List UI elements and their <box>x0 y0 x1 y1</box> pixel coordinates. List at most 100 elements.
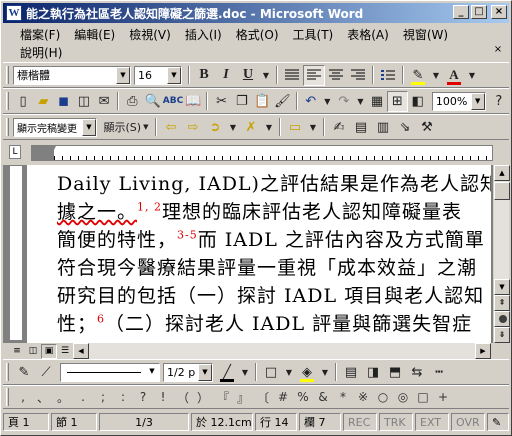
chevron-down-icon[interactable]: ▼ <box>198 363 212 381</box>
shape-options-icon[interactable]: ▼ <box>282 362 296 383</box>
toolbar-grip[interactable] <box>6 92 9 110</box>
menu-file[interactable]: 檔案(F) <box>13 26 67 43</box>
status-ext[interactable]: EXT <box>415 413 449 431</box>
horizontal-ruler[interactable] <box>31 145 493 161</box>
italic-button[interactable]: I <box>215 65 237 86</box>
outline-view-button[interactable]: ☰ <box>57 344 73 359</box>
font-size-combo[interactable]: 16 ▼ <box>134 65 182 85</box>
draw-tool-button[interactable]: ⟋ <box>35 362 57 383</box>
status-ovr[interactable]: OVR <box>451 413 485 431</box>
line-style-combo[interactable]: ▼ <box>60 362 160 382</box>
status-trk[interactable]: TRK <box>379 413 413 431</box>
punct-key[interactable]: 〔 <box>253 387 273 407</box>
punct-key[interactable]: 』 <box>233 387 253 407</box>
vertical-scrollbar[interactable]: ▲ ▼ ⇞ ⇟ <box>493 165 510 343</box>
bold-button[interactable]: B <box>193 65 215 86</box>
close-button[interactable]: × <box>491 5 507 19</box>
zoom-combo[interactable]: 100% ▼ <box>431 91 486 111</box>
previous-page-button[interactable]: ⇞ <box>494 295 510 311</box>
dash-style-button[interactable]: ┅ <box>428 362 450 383</box>
menu-window[interactable]: 視窗(W) <box>396 26 455 43</box>
toolbar-grip[interactable] <box>6 363 9 381</box>
help-button[interactable]: ? <box>489 91 509 112</box>
status-rec[interactable]: REC <box>343 413 377 431</box>
scroll-up-button[interactable]: ▲ <box>494 165 510 181</box>
reviewing-pane-button[interactable]: ▤ <box>350 117 372 138</box>
shadow-button[interactable]: ◨ <box>362 362 384 383</box>
permission-button[interactable]: ◫ <box>74 91 94 112</box>
track-changes-button[interactable]: ✍ <box>328 117 350 138</box>
redo-options-icon[interactable]: ▼ <box>354 91 367 112</box>
select-browse-object-button[interactable] <box>494 311 510 327</box>
horizontal-scrollbar[interactable]: ◀ ▶ <box>73 343 491 359</box>
menu-view[interactable]: 檢視(V) <box>122 26 178 43</box>
underline-button[interactable]: U <box>237 65 259 86</box>
redo-button[interactable]: ↷ <box>334 91 354 112</box>
normal-view-button[interactable]: ≡ <box>9 344 25 359</box>
toolbar-grip[interactable] <box>6 388 9 406</box>
tab-selector[interactable]: L <box>9 145 21 159</box>
previous-change-button[interactable]: ⇦ <box>160 117 182 138</box>
comment-options-icon[interactable]: ▼ <box>306 117 320 138</box>
maximize-button[interactable]: □ <box>471 5 487 19</box>
punct-key[interactable]: . <box>73 387 93 407</box>
save-button[interactable]: ◼ <box>53 91 73 112</box>
show-hide-button[interactable]: ⊞ <box>387 90 408 112</box>
font-name-combo[interactable]: 標楷體 ▼ <box>13 65 131 85</box>
menu-edit[interactable]: 編輯(E) <box>67 26 122 43</box>
draw-line-button[interactable]: ✎ <box>13 362 35 383</box>
first-line-indent-marker[interactable] <box>50 146 56 152</box>
punct-key[interactable]: , <box>13 387 33 407</box>
punct-key[interactable]: * <box>333 387 353 407</box>
chevron-down-icon[interactable]: ▼ <box>167 66 181 84</box>
reject-change-button[interactable]: ✗ <box>240 117 262 138</box>
status-page[interactable]: 頁 1 <box>3 413 49 431</box>
punct-key[interactable]: : <box>113 387 133 407</box>
underline-options-icon[interactable]: ▼ <box>259 65 273 86</box>
chevron-down-icon[interactable]: ▼ <box>470 92 485 110</box>
punct-key[interactable]: ◎ <box>393 387 413 407</box>
punct-key[interactable]: ○ <box>373 387 393 407</box>
word-app-icon[interactable]: W <box>6 5 22 21</box>
undo-options-icon[interactable]: ▼ <box>321 91 334 112</box>
align-left-button[interactable] <box>303 64 325 86</box>
punct-key[interactable]: （ <box>173 387 193 407</box>
scroll-thumb[interactable] <box>494 182 510 200</box>
punct-key[interactable]: ） <box>193 387 213 407</box>
next-page-button[interactable]: ⇟ <box>494 327 510 343</box>
scroll-left-button[interactable]: ◀ <box>73 343 89 359</box>
chevron-down-icon[interactable]: ▼ <box>145 364 159 381</box>
cut-button[interactable]: ✂ <box>211 91 231 112</box>
3d-button[interactable]: ⬒ <box>384 362 406 383</box>
punct-key[interactable]: 『 <box>213 387 233 407</box>
punct-key[interactable]: 、 <box>33 387 53 407</box>
chevron-down-icon[interactable]: ▼ <box>82 118 96 136</box>
accept-change-button[interactable]: ➲ <box>204 117 226 138</box>
title-bar[interactable]: W 能之執行為社區老人認知障礙之篩選.doc - Microsoft Word … <box>3 3 509 23</box>
menu-insert[interactable]: 插入(I) <box>178 26 229 43</box>
document-page[interactable]: Daily Living, IADL)之評估結果是作為老人認知 據之一。1, 2… <box>27 165 491 343</box>
punct-key[interactable]: □ <box>413 387 433 407</box>
status-column[interactable]: 欄 7 <box>299 413 341 431</box>
display-for-review-combo[interactable]: 顯示完稿變更 ▼ <box>13 117 97 137</box>
font-color-button[interactable]: A <box>443 65 465 86</box>
text-box-button[interactable]: ▤ <box>340 362 362 383</box>
print-preview-button[interactable]: 🔍 <box>143 91 163 112</box>
punct-key[interactable]: # <box>273 387 293 407</box>
status-position[interactable]: 於 12.1cm <box>191 413 253 431</box>
font-color-options-icon[interactable]: ▼ <box>465 65 479 86</box>
spelling-status-icon[interactable]: ✎ <box>487 413 509 431</box>
research-button[interactable]: 📖 <box>183 91 203 112</box>
punct-key[interactable]: 。 <box>53 387 73 407</box>
accept-options-icon[interactable]: ▼ <box>226 117 240 138</box>
reject-options-icon[interactable]: ▼ <box>262 117 276 138</box>
print-layout-view-button[interactable]: ▣ <box>41 343 57 359</box>
web-layout-view-button[interactable]: ◫ <box>25 344 41 359</box>
paste-button[interactable]: 📋 <box>252 91 272 112</box>
document-close-button[interactable]: × <box>491 43 505 56</box>
copy-button[interactable]: ❐ <box>232 91 252 112</box>
balloons-button[interactable]: ▥ <box>372 117 394 138</box>
justify-button[interactable] <box>281 65 303 86</box>
scroll-down-button[interactable]: ▼ <box>494 279 510 295</box>
punct-key[interactable]: ; <box>93 387 113 407</box>
